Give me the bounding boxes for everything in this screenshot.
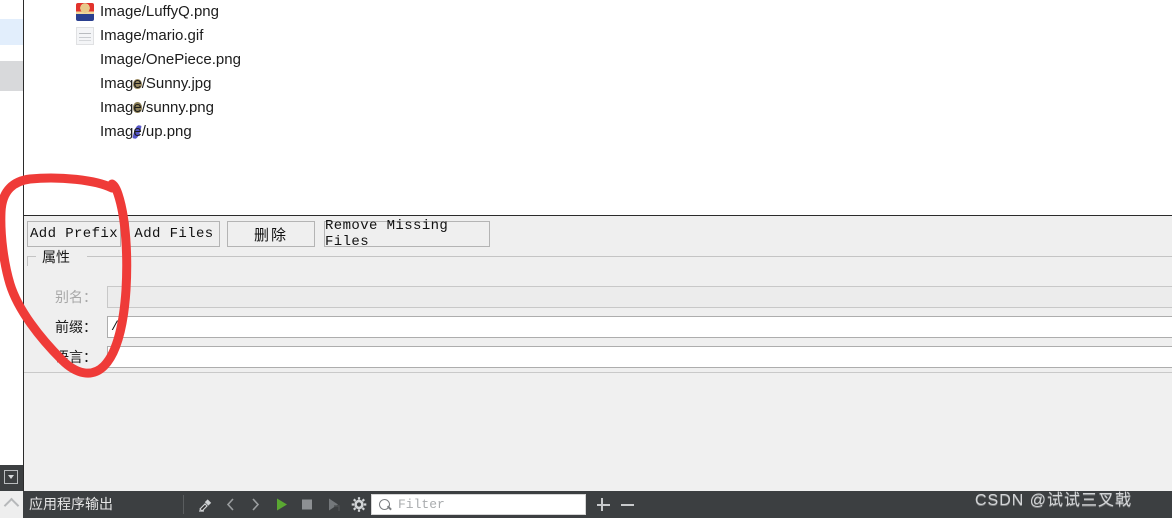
watermark: CSDN @试试三叉戟 [975,492,1133,509]
collapse-pane-button[interactable] [0,491,23,518]
alias-input[interactable] [107,286,1172,308]
list-item-label: Image/Sunny.jpg [100,75,212,92]
list-item[interactable]: Image/mario.gif [24,24,1172,48]
plus-icon-vertical [600,498,603,511]
properties-group-title: 属性 [37,247,75,267]
filter-placeholder: Filter [398,497,445,512]
list-item-label: Image/sunny.png [100,99,214,116]
luffy-thumbnail-icon [76,3,94,21]
list-item[interactable]: Image/OnePiece.png [24,48,1172,72]
add-prefix-button[interactable]: Add Prefix [27,221,121,247]
chevron-up-icon [3,497,20,514]
prefix-label: 前缀： [55,319,97,335]
empty-panel-area [24,372,1172,491]
alias-field-row: 别名： [27,286,1172,308]
prefix-field-row: 前缀： / [27,316,1172,338]
group-border-left-vertical [27,256,28,266]
next-item-icon[interactable] [245,495,265,514]
list-item[interactable]: Image/LuffyQ.png [24,0,1172,24]
language-input[interactable] [107,346,1172,368]
alias-label: 别名： [55,289,97,305]
list-item[interactable]: Image/Sunny.jpg [24,72,1172,96]
list-item-label: Image/mario.gif [100,27,204,44]
list-item[interactable]: Image/up.png [24,120,1172,144]
filter-input[interactable]: Filter [371,494,586,515]
clean-pane-icon[interactable] [195,495,215,514]
delete-button[interactable]: 删除 [227,221,315,247]
zoom-out-button[interactable] [619,496,636,513]
minus-icon [621,504,634,506]
properties-group: 属性 别名： 前缀： / 语言： [27,247,1172,368]
left-rail [0,0,23,518]
resource-file-list[interactable]: Image/LuffyQ.png Image/mario.gif Image/O… [24,0,1172,215]
run-icon[interactable] [271,495,291,514]
toggle-output-pane-button[interactable] [0,465,23,491]
group-border-left [27,256,36,257]
toolbar-separator [183,495,184,514]
language-label: 语言： [55,349,97,365]
list-item-label: Image/OnePiece.png [100,51,241,68]
language-field-row: 语言： [27,346,1172,368]
rail-highlight-band [0,19,23,45]
rerun-icon[interactable] [323,495,343,514]
group-border-right [87,256,1172,257]
rail-selected-band [0,61,23,91]
search-icon [379,499,390,510]
remove-missing-files-button[interactable]: Remove Missing Files [324,218,490,250]
properties-panel: Add Prefix Add Files 删除 Remove Missing F… [24,215,1172,372]
output-pane-icon [4,470,18,484]
list-item-label: Image/LuffyQ.png [100,3,219,20]
plus-icon-horizontal [597,504,610,506]
add-files-button[interactable]: Add Files [128,221,220,247]
prev-item-icon[interactable] [221,495,241,514]
prefix-input[interactable]: / [107,316,1172,338]
stop-icon[interactable] [297,495,317,514]
zoom-in-button[interactable] [595,496,612,513]
list-item[interactable]: Image/sunny.png [24,96,1172,120]
list-item-label: Image/up.png [100,123,192,140]
mario-thumbnail-icon [76,27,94,45]
output-pane-title: 应用程序输出 [29,496,113,512]
settings-gear-icon[interactable] [349,495,369,514]
